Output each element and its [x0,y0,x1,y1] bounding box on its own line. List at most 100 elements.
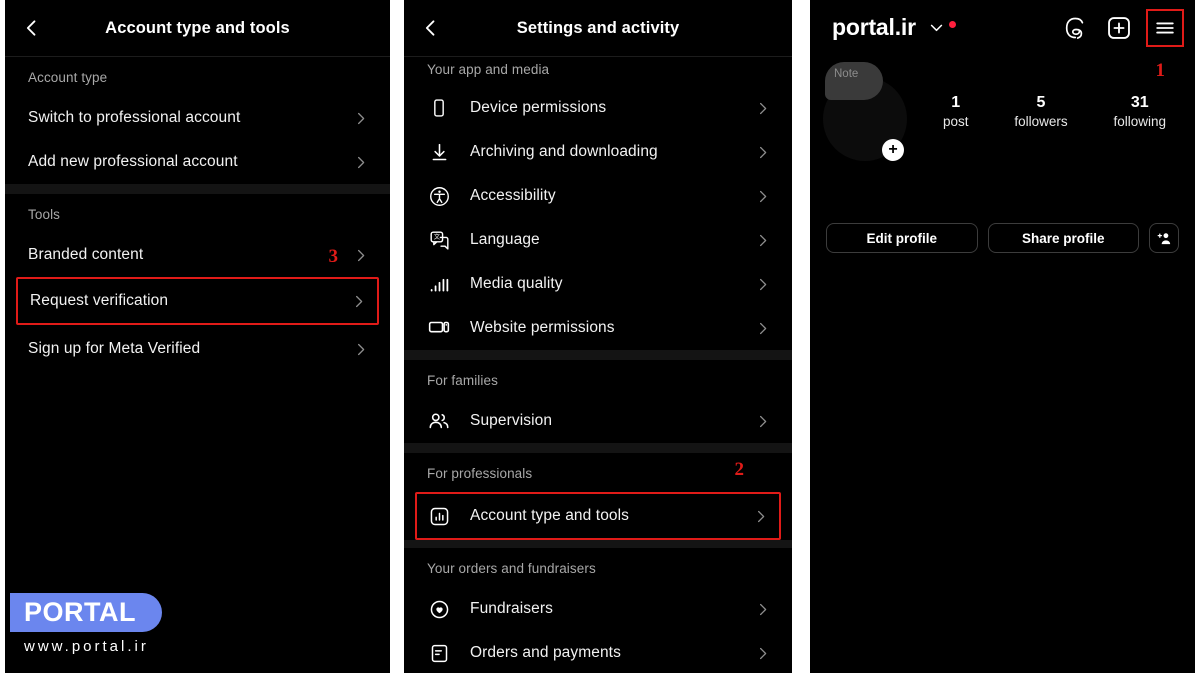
row-label: Language [470,231,540,248]
back-chevron-icon[interactable] [21,17,43,39]
section-divider [404,443,792,453]
profile-stats: 1 post 5 followers 31 following [920,93,1189,132]
row-fundraisers[interactable]: Fundraisers [404,587,792,631]
section-divider [404,540,792,548]
account-tools-icon [427,504,451,528]
stat-posts[interactable]: 1 post [943,93,969,132]
stat-caption: followers [1014,114,1068,129]
avatar-add-button[interactable]: + [882,139,904,161]
section-label: Account type [28,70,108,85]
chevron-right-icon [353,111,368,126]
fundraiser-icon [427,597,451,621]
row-account-type-and-tools[interactable]: Account type and tools [417,494,779,538]
row-label: Archiving and downloading [470,143,658,160]
watermark-brand: PORTAL [10,592,162,632]
orders-icon [427,641,451,665]
page-title: Settings and activity [516,18,680,37]
row-label: Supervision [470,412,553,429]
supervision-icon [427,409,451,433]
section-tools: Tools Branded content 3 Request verifica… [5,194,390,371]
section-label: Your orders and fundraisers [427,561,596,576]
row-label: Accessibility [470,187,556,204]
section-label: For professionals [427,466,533,481]
row-switch-to-professional-account[interactable]: Switch to professional account [5,96,390,140]
section-for-families: For families Supervision [404,360,792,443]
row-device-permissions[interactable]: Device permissions [404,86,792,130]
stat-value: 5 [1036,94,1046,111]
chevron-right-icon [755,414,770,429]
chevron-right-icon [353,248,368,263]
chevron-right-icon [755,646,770,661]
row-sign-up-for-meta-verified[interactable]: Sign up for Meta Verified [5,327,390,371]
media-quality-icon [427,272,451,296]
row-label: Device permissions [470,99,607,116]
chevron-right-icon [755,101,770,116]
section-your-orders-and-fundraisers: Your orders and fundraisers Fundraisers … [404,548,792,673]
row-label: Switch to professional account [28,109,241,126]
stat-followers[interactable]: 5 followers [1014,93,1067,132]
row-supervision[interactable]: Supervision [404,399,792,443]
row-request-verification[interactable]: Request verification [18,279,377,323]
section-label: Tools [28,207,61,222]
svg-text:文: 文 [433,233,439,241]
section-divider [404,350,792,360]
phone-icon [427,96,451,120]
row-label: Branded content [28,246,144,263]
threads-icon[interactable] [1060,13,1090,43]
panel-account-type-and-tools: Account type and tools Account type Swit… [5,0,390,673]
section-your-app-and-media: Your app and media Device permissions Ar… [404,57,792,350]
stat-value: 31 [1130,94,1149,111]
profile-header: portal.ir [810,0,1195,55]
edit-profile-button[interactable]: Edit profile [826,223,978,253]
add-person-icon[interactable] [1149,223,1179,253]
row-label: Website permissions [470,319,615,336]
row-label: Media quality [470,275,563,292]
page-title: Account type and tools [105,18,290,37]
watermark-url: www.portal.ir [24,638,149,655]
chevron-right-icon [755,233,770,248]
stat-following[interactable]: 31 following [1114,93,1167,132]
chevron-right-icon [353,342,368,357]
row-label: Sign up for Meta Verified [28,340,201,357]
row-website-permissions[interactable]: Website permissions [404,306,792,350]
language-icon: 文 [427,228,451,252]
row-accessibility[interactable]: Accessibility [404,174,792,218]
stat-value: 1 [951,94,961,111]
stat-caption: following [1113,114,1167,129]
row-language[interactable]: 文 Language [404,218,792,262]
hamburger-menu-icon[interactable] [1146,8,1184,47]
row-orders-and-payments[interactable]: Orders and payments [404,631,792,673]
row-add-new-professional-account[interactable]: Add new professional account [5,140,390,184]
section-label: For families [427,373,498,388]
stat-caption: post [942,114,969,129]
row-archiving-and-downloading[interactable]: Archiving and downloading [404,130,792,174]
row-label: Orders and payments [470,644,621,661]
accessibility-icon [427,184,451,208]
row-branded-content[interactable]: Branded content [5,233,390,277]
chevron-down-icon[interactable] [928,19,945,36]
new-post-icon[interactable] [1104,13,1134,43]
profile-summary: Note + 1 post 5 followers 31 following [810,55,1195,165]
row-media-quality[interactable]: Media quality [404,262,792,306]
chevron-right-icon [755,277,770,292]
section-divider [5,184,390,194]
profile-username[interactable]: portal.ir [832,14,916,41]
settings-header: Settings and activity [404,0,792,57]
chevron-right-icon [351,294,366,309]
watermark: PORTAL www.portal.ir [10,592,162,655]
row-label: Account type and tools [470,507,630,524]
section-for-professionals: For professionals 2 Account type and too… [404,453,792,540]
screenshot-root: Account type and tools Account type Swit… [0,0,1200,673]
share-profile-button[interactable]: Share profile [987,223,1139,253]
highlight-box-account-type-and-tools: Account type and tools [415,492,781,540]
chevron-right-icon [753,509,768,524]
row-label: Add new professional account [28,153,238,170]
back-chevron-icon[interactable] [420,17,442,39]
chevron-right-icon [755,602,770,617]
download-icon [427,140,451,164]
chevron-right-icon [755,145,770,160]
note-bubble[interactable]: Note [825,62,883,100]
chevron-right-icon [755,321,770,336]
section-label: Your app and media [427,62,550,77]
profile-action-buttons: Edit profile Share profile [810,223,1195,253]
